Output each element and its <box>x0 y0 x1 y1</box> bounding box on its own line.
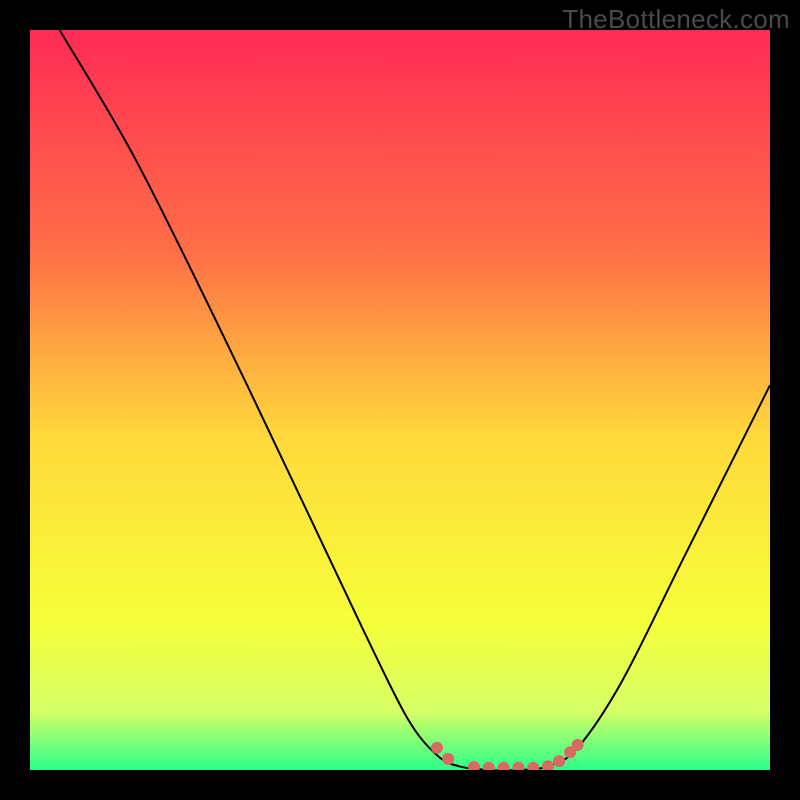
plot-background <box>30 30 770 770</box>
marker-point <box>553 755 565 767</box>
marker-point <box>572 739 584 751</box>
chart-frame: TheBottleneck.com <box>0 0 800 800</box>
bottleneck-chart <box>30 30 770 770</box>
marker-point <box>442 753 454 765</box>
marker-point <box>431 742 443 754</box>
chart-svg <box>30 30 770 770</box>
